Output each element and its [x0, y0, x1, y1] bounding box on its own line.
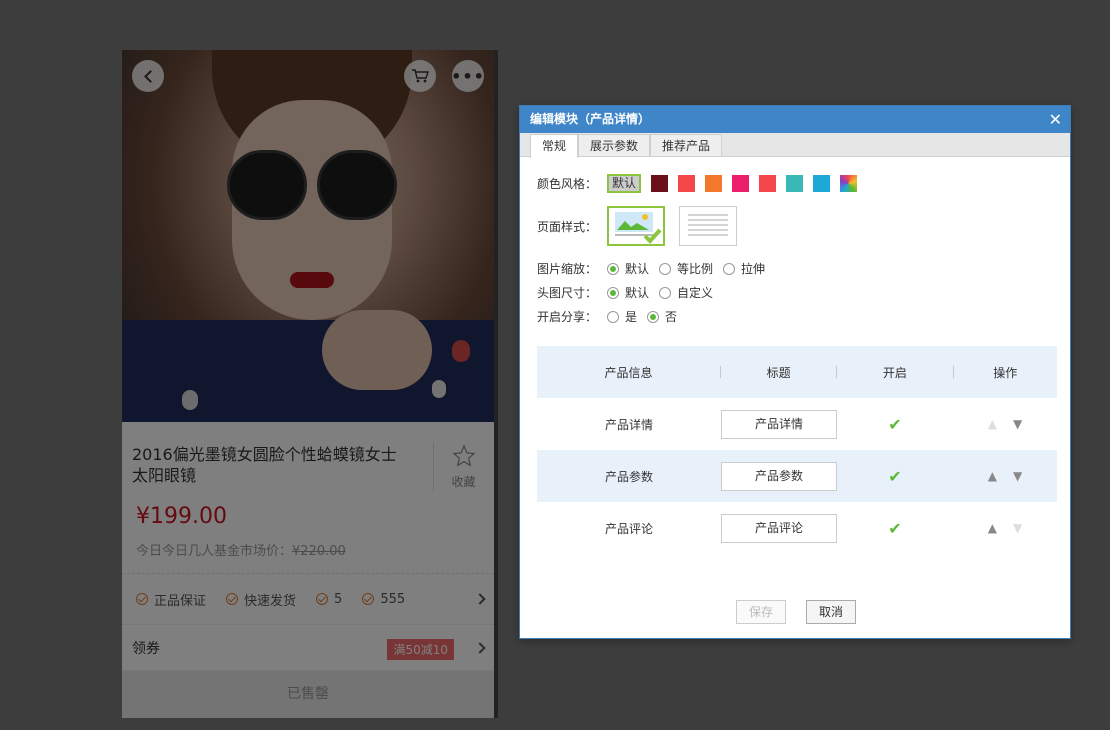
image-scale-row: 图片缩放： 默认 等比例 拉伸	[537, 260, 775, 277]
radio-label: 默认	[625, 286, 650, 300]
color-swatch-multicolor[interactable]	[840, 175, 858, 192]
color-swatch[interactable]	[759, 175, 777, 192]
table-row: 产品详情 产品详情 ✔ ▲ ▼	[537, 398, 1057, 450]
color-swatch-default[interactable]: 默认	[607, 174, 642, 193]
dialog-buttons: 保存 取消	[520, 600, 1072, 624]
tab-general[interactable]: 常规	[530, 134, 579, 158]
text-layout-icon	[688, 214, 728, 236]
tab-display-params[interactable]: 展示参数	[578, 134, 651, 156]
color-swatch[interactable]	[678, 175, 696, 192]
column-header: 产品信息	[604, 365, 653, 380]
module-table: 产品信息 标题 开启 操作 产品详情 产品详情 ✔ ▲ ▼ 产品参数 产品参数 ✔…	[537, 346, 1057, 554]
edit-module-dialog: 编辑模块（产品详情） ✕ 常规 展示参数 推荐产品 颜色风格： 默认 页面样式：	[519, 105, 1071, 639]
dialog-header: 编辑模块（产品详情） ✕	[520, 106, 1070, 133]
page-style-text-option[interactable]	[679, 206, 737, 246]
table-row: 产品参数 产品参数 ✔ ▲ ▼	[537, 450, 1057, 502]
image-layout-icon	[615, 212, 662, 244]
share-row: 开启分享： 是 否	[537, 308, 687, 325]
checkmark-icon[interactable]: ✔	[888, 519, 901, 538]
tab-recommended[interactable]: 推荐产品	[650, 134, 723, 156]
row-title-input[interactable]: 产品评论	[721, 513, 837, 543]
radio-size-default[interactable]: 默认	[607, 284, 649, 301]
radio-label: 否	[665, 310, 678, 324]
column-header: 标题	[766, 365, 791, 380]
close-icon[interactable]: ✕	[1049, 106, 1062, 133]
column-header: 操作	[993, 365, 1018, 380]
color-style-row: 颜色风格： 默认	[537, 174, 867, 193]
radio-label: 自定义	[677, 286, 714, 300]
image-scale-label: 图片缩放：	[537, 262, 598, 276]
color-swatch[interactable]	[786, 175, 804, 192]
header-size-row: 头图尺寸： 默认 自定义	[537, 284, 723, 301]
radio-scale-default[interactable]: 默认	[607, 260, 649, 277]
arrow-up-icon: ▲	[987, 417, 997, 431]
color-swatch[interactable]	[732, 175, 750, 192]
table-header: 产品信息 标题 开启 操作	[537, 346, 1057, 398]
color-swatch[interactable]	[813, 175, 831, 192]
arrow-down-icon[interactable]: ▼	[1013, 417, 1022, 431]
row-info: 产品评论	[604, 521, 653, 536]
radio-label: 默认	[625, 262, 650, 276]
save-button[interactable]: 保存	[736, 600, 786, 624]
color-swatch[interactable]	[651, 175, 669, 192]
cancel-button[interactable]: 取消	[806, 600, 856, 624]
arrow-up-icon[interactable]: ▲	[988, 469, 997, 483]
arrow-down-icon: ▼	[1013, 521, 1023, 535]
arrow-down-icon[interactable]: ▼	[1013, 469, 1022, 483]
page-style-image-option[interactable]	[607, 206, 665, 246]
color-style-label: 颜色风格：	[537, 177, 598, 191]
checkmark-icon[interactable]: ✔	[888, 415, 901, 434]
radio-scale-stretch[interactable]: 拉伸	[723, 260, 765, 277]
color-swatch[interactable]	[705, 175, 723, 192]
header-size-label: 头图尺寸：	[537, 286, 598, 300]
column-header: 开启	[882, 365, 907, 380]
row-info: 产品详情	[604, 417, 653, 432]
row-title-input[interactable]: 产品详情	[721, 409, 837, 439]
arrow-up-icon[interactable]: ▲	[988, 521, 997, 535]
radio-scale-proportional[interactable]: 等比例	[659, 260, 713, 277]
share-label: 开启分享：	[537, 310, 598, 324]
page-style-row: 页面样式：	[537, 206, 751, 246]
radio-share-no[interactable]: 否	[647, 308, 677, 325]
radio-label: 是	[625, 310, 638, 324]
radio-share-yes[interactable]: 是	[607, 308, 637, 325]
row-title-input[interactable]: 产品参数	[721, 461, 837, 491]
checkmark-icon[interactable]: ✔	[888, 467, 901, 486]
table-row: 产品评论 产品评论 ✔ ▲ ▼	[537, 502, 1057, 554]
dialog-title: 编辑模块（产品详情）	[530, 112, 651, 126]
page-style-label: 页面样式：	[537, 219, 598, 234]
radio-label: 等比例	[677, 262, 714, 276]
radio-label: 拉伸	[741, 262, 766, 276]
radio-size-custom[interactable]: 自定义	[659, 284, 713, 301]
row-info: 产品参数	[604, 469, 653, 484]
dialog-tabs: 常规 展示参数 推荐产品	[520, 133, 1070, 158]
